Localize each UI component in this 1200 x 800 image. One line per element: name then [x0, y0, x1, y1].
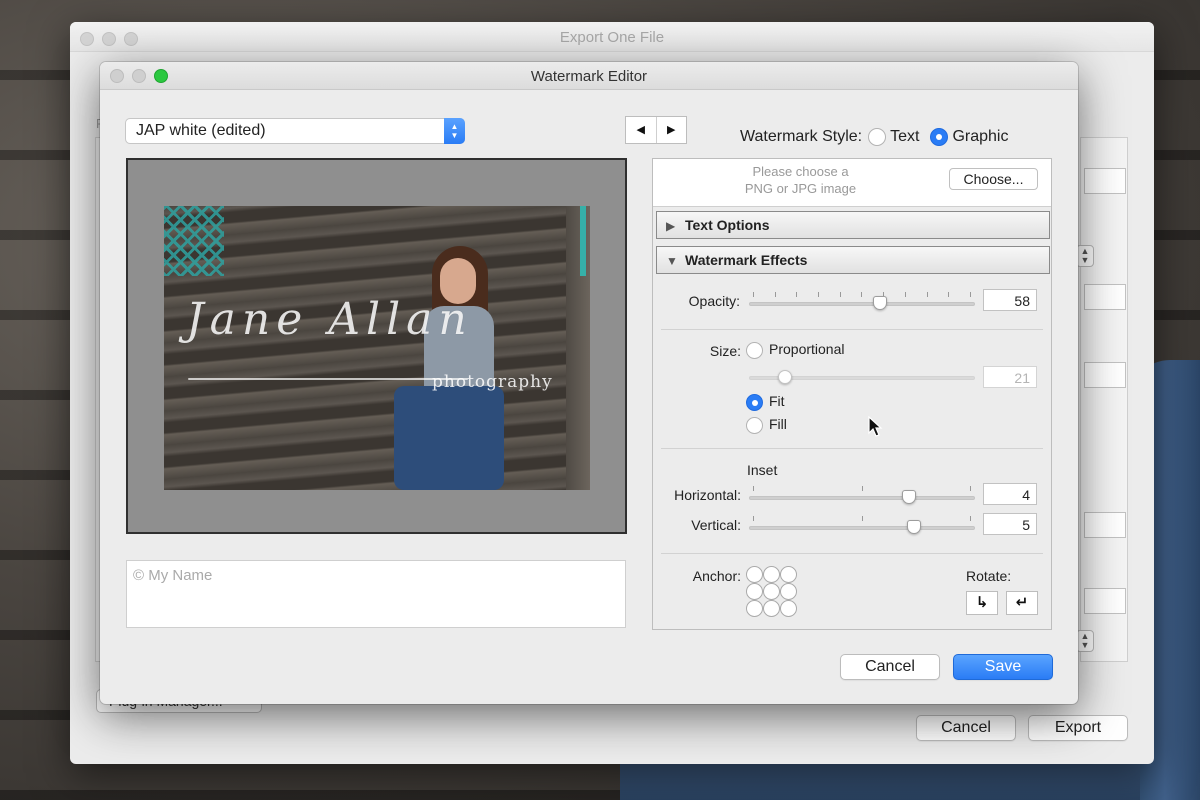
text-options-header[interactable]: ▶ Text Options — [656, 211, 1050, 239]
export-titlebar: Export One File — [70, 22, 1154, 52]
watermark-style-row: Watermark Style: Text Graphic — [740, 128, 1008, 146]
vertical-value-field[interactable]: 5 — [983, 513, 1037, 535]
watermark-effects-header[interactable]: ▼ Watermark Effects — [656, 246, 1050, 274]
horizontal-ticks — [753, 486, 971, 492]
export-stepper[interactable]: ▲ ▼ — [1076, 245, 1094, 267]
vertical-slider-track[interactable] — [749, 526, 975, 530]
anchor-middle-left[interactable] — [746, 583, 763, 600]
choose-hint-line2: PNG or JPG image — [744, 181, 857, 196]
text-options-label: Text Options — [685, 217, 770, 233]
style-text-label[interactable]: Text — [890, 128, 919, 146]
size-fit-label: Fit — [769, 393, 785, 409]
watermark-style-label: Watermark Style: — [740, 128, 863, 145]
style-graphic-radio[interactable] — [930, 128, 949, 146]
background-photo-detail — [620, 760, 1140, 800]
anchor-top-left[interactable] — [746, 566, 763, 583]
anchor-middle-right[interactable] — [780, 583, 797, 600]
rotate-counterclockwise-button[interactable]: ↵ — [1006, 591, 1038, 615]
preview-photo: Jane Allan photography — [164, 206, 590, 490]
image-choose-hint: Please choose a PNG or JPG image — [653, 163, 948, 197]
export-field[interactable] — [1084, 588, 1126, 614]
size-proportional-label: Proportional — [769, 341, 845, 357]
export-field[interactable] — [1084, 284, 1126, 310]
select-arrows-icon: ▲ ▼ — [444, 118, 465, 144]
size-fit-radio[interactable] — [746, 393, 763, 411]
pillar-graphic — [566, 206, 590, 490]
divider — [661, 448, 1043, 449]
horizontal-label: Horizontal: — [674, 487, 741, 503]
image-choose-area: Please choose a PNG or JPG image Choose.… — [653, 159, 1051, 207]
rotate-cw-icon: ↳ — [975, 594, 989, 611]
watermark-titlebar: Watermark Editor — [100, 62, 1078, 90]
watermark-underline — [188, 378, 468, 380]
horizontal-slider-thumb[interactable] — [902, 490, 917, 504]
rotate-clockwise-button[interactable]: ↳ — [966, 591, 998, 615]
export-settings-panel — [1080, 137, 1128, 662]
choose-image-button[interactable]: Choose... — [949, 168, 1038, 190]
anchor-grid — [746, 566, 797, 617]
export-field[interactable] — [1084, 168, 1126, 194]
watermark-preview: Jane Allan photography — [126, 158, 627, 534]
vertical-label: Vertical: — [691, 517, 741, 533]
watermark-effects-label: Watermark Effects — [685, 252, 808, 268]
railing-graphic — [164, 206, 224, 276]
watermark-overlay-subtext: photography — [432, 372, 553, 392]
anchor-bottom-center[interactable] — [763, 600, 780, 617]
export-button[interactable]: Export — [1028, 715, 1128, 741]
inset-label: Inset — [747, 462, 778, 478]
watermark-settings-panel: Please choose a PNG or JPG image Choose.… — [652, 158, 1052, 630]
export-field[interactable] — [1084, 362, 1126, 388]
disclosure-right-icon: ▶ — [666, 219, 676, 233]
watermark-save-button[interactable]: Save — [953, 654, 1053, 680]
horizontal-value-field[interactable]: 4 — [983, 483, 1037, 505]
size-fill-radio[interactable] — [746, 416, 763, 434]
anchor-label: Anchor: — [692, 568, 741, 584]
disclosure-down-icon: ▼ — [666, 254, 678, 268]
opacity-label: Opacity: — [688, 293, 740, 309]
vertical-slider-thumb[interactable] — [906, 520, 921, 534]
export-stepper[interactable]: ▲ ▼ — [1076, 630, 1094, 652]
size-fit-option[interactable]: Fit — [746, 393, 785, 411]
next-arrow-button[interactable]: ▶ — [657, 117, 687, 143]
anchor-top-right[interactable] — [780, 566, 797, 583]
opacity-slider-thumb[interactable] — [873, 296, 888, 310]
opacity-value-field[interactable]: 58 — [983, 289, 1037, 311]
watermark-editor-window: Watermark Editor JAP white (edited) ▲ ▼ ◀… — [100, 62, 1078, 704]
preset-select[interactable]: JAP white (edited) ▲ ▼ — [125, 118, 465, 144]
rotate-label: Rotate: — [966, 568, 1012, 584]
anchor-center[interactable] — [763, 583, 780, 600]
style-graphic-label[interactable]: Graphic — [952, 128, 1008, 146]
size-value-field[interactable]: 21 — [983, 366, 1037, 388]
preset-value: JAP white (edited) — [136, 122, 266, 139]
export-field[interactable] — [1084, 512, 1126, 538]
preset-navigation: ◀ ▶ — [625, 116, 687, 144]
person-graphic — [364, 246, 504, 490]
watermark-cancel-button[interactable]: Cancel — [840, 654, 940, 680]
rotate-ccw-icon: ↵ — [1015, 594, 1029, 611]
divider — [661, 329, 1043, 330]
watermark-overlay-text: Jane Allan — [186, 294, 473, 345]
divider — [661, 553, 1043, 554]
vertical-ticks — [753, 516, 971, 522]
size-fill-option[interactable]: Fill — [746, 416, 787, 434]
opacity-slider-track[interactable] — [749, 302, 975, 306]
size-proportional-option[interactable]: Proportional — [746, 341, 845, 359]
watermark-window-title: Watermark Editor — [530, 68, 648, 85]
size-proportional-radio[interactable] — [746, 341, 763, 359]
size-label: Size: — [709, 343, 741, 359]
choose-hint-line1: Please choose a — [752, 164, 849, 179]
size-slider-thumb[interactable] — [778, 370, 793, 384]
export-cancel-button[interactable]: Cancel — [916, 715, 1016, 741]
previous-arrow-button[interactable]: ◀ — [626, 117, 657, 143]
anchor-top-center[interactable] — [763, 566, 780, 583]
anchor-bottom-left[interactable] — [746, 600, 763, 617]
size-fill-label: Fill — [769, 416, 787, 432]
watermark-text-input[interactable]: © My Name — [126, 560, 626, 628]
export-window-title: Export One File — [559, 29, 665, 46]
opacity-ticks — [753, 292, 971, 298]
anchor-bottom-right[interactable] — [780, 600, 797, 617]
horizontal-slider-track[interactable] — [749, 496, 975, 500]
style-text-radio[interactable] — [868, 128, 887, 146]
